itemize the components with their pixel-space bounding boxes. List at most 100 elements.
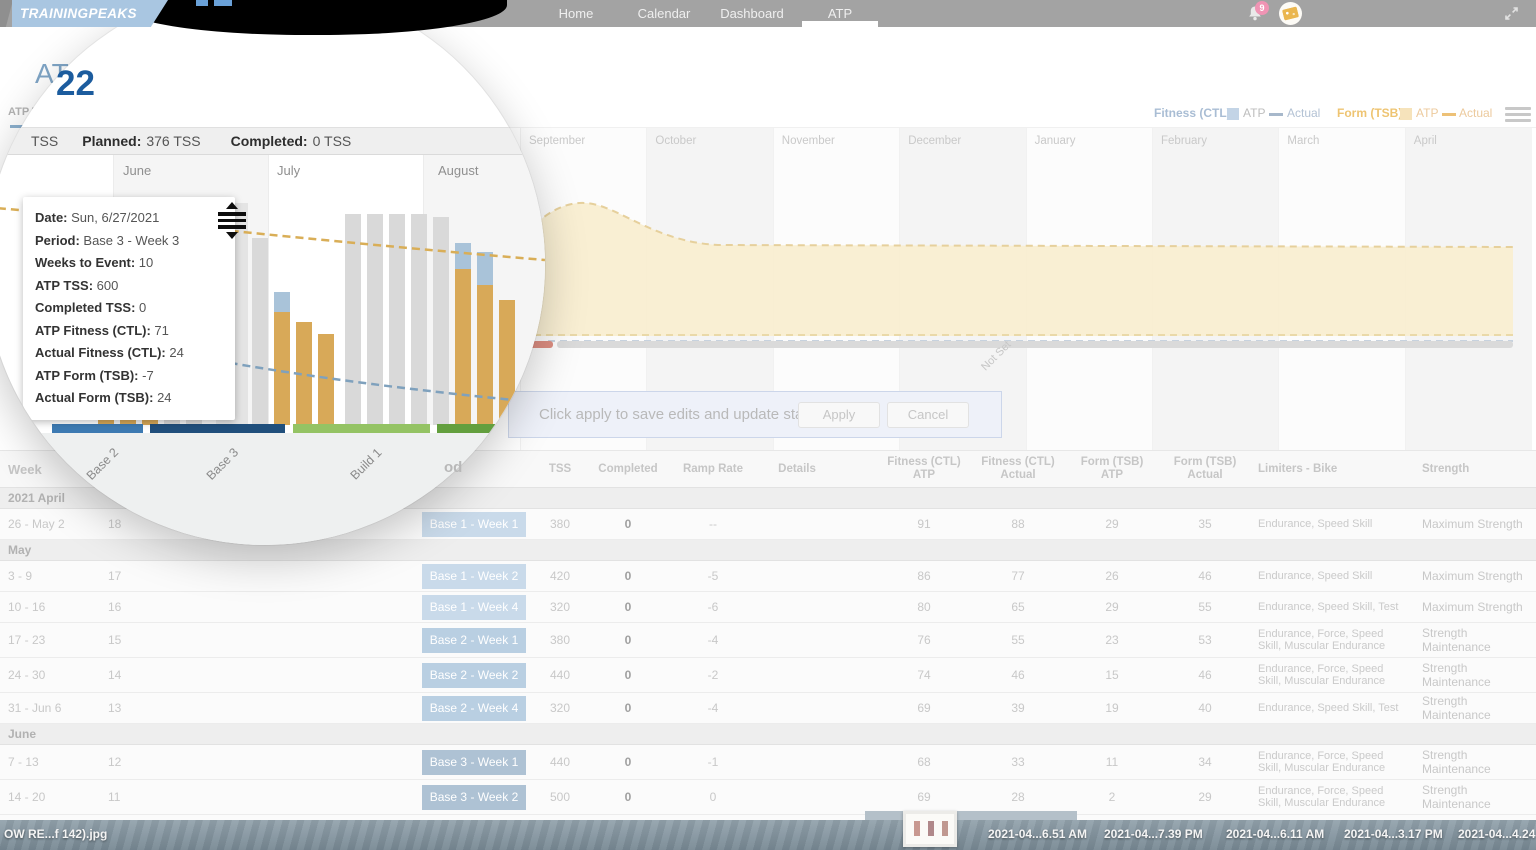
- cheese-avatar-image: [1282, 6, 1299, 20]
- cell-week: 3 - 9: [0, 569, 108, 583]
- cell-form_actual: 55: [1156, 600, 1254, 614]
- table-row: 17 - 2315Base 2 - Week 13800-476552353En…: [0, 623, 1536, 658]
- cell-week: 7 - 13: [0, 755, 108, 769]
- cell-fitness_atp: 74: [880, 668, 968, 682]
- period-chip[interactable]: Base 3 - Week 1: [422, 750, 526, 775]
- cell-fitness_actual: 39: [968, 701, 1068, 715]
- cell-fitness_atp: 69: [880, 701, 968, 715]
- period-band-base-3[interactable]: [150, 424, 285, 433]
- period-band-base-2[interactable]: [52, 424, 143, 433]
- photo-thumbnail: [903, 811, 957, 847]
- cell-num: 14: [108, 668, 170, 682]
- legend-fitness-actual-label[interactable]: Actual: [1287, 106, 1320, 120]
- expand-icon[interactable]: [1504, 6, 1519, 21]
- period-band-build-1[interactable]: [293, 424, 430, 433]
- cell-tss: 440: [526, 755, 594, 769]
- form-tsb-area-chart: [508, 120, 1536, 390]
- cell-week: 31 - Jun 6: [0, 701, 108, 715]
- legend-form-title[interactable]: Form (TSB): [1337, 106, 1402, 120]
- period-band[interactable]: [437, 424, 495, 433]
- cell-num: 12: [108, 755, 170, 769]
- legend-fitness-atp-swatch: [1227, 108, 1239, 120]
- nav-tab-home[interactable]: Home: [532, 0, 620, 27]
- cell-fitness_atp: 69: [880, 790, 968, 804]
- period-chip[interactable]: Base 3 - Week 2: [422, 785, 526, 810]
- period-chip[interactable]: Base 2 - Week 4: [422, 696, 526, 721]
- header-strength: Strength: [1412, 463, 1536, 476]
- cell-tss: 320: [526, 600, 594, 614]
- timestamp: 2021-04...4.24: [1458, 827, 1535, 841]
- cell-limiters: Endurance, Speed Skill: [1254, 570, 1412, 583]
- cell-fitness_atp: 76: [880, 633, 968, 647]
- cell-period: Base 3 - Week 2: [422, 785, 526, 810]
- table-row: 7 - 1312Base 3 - Week 14400-168331134End…: [0, 745, 1536, 780]
- scrollbar-thumb[interactable]: [865, 811, 1077, 820]
- cell-form_atp: 19: [1068, 701, 1156, 715]
- cell-strength: Maximum Strength: [1412, 569, 1536, 583]
- cell-ramp: -5: [662, 569, 764, 583]
- header-fitness_atp: Fitness (CTL) ATP: [880, 456, 968, 482]
- tooltip-row: ATP Fitness (CTL): 71: [35, 320, 223, 343]
- cell-strength: Strength Maintenance: [1412, 783, 1536, 811]
- cell-tss: 440: [526, 668, 594, 682]
- nav-tab-calendar[interactable]: Calendar: [620, 0, 708, 27]
- header-details: Details: [764, 463, 830, 476]
- cell-fitness_atp: 86: [880, 569, 968, 583]
- cell-period: Base 3 - Week 1: [422, 750, 526, 775]
- tooltip-row: Actual Form (TSB): 24: [35, 387, 223, 410]
- nav-tab-atp[interactable]: ATP: [796, 0, 884, 27]
- cell-form_atp: 11: [1068, 755, 1156, 769]
- cell-num: 13: [108, 701, 170, 715]
- cell-week: 24 - 30: [0, 668, 108, 682]
- cell-period: Base 2 - Week 4: [422, 696, 526, 721]
- cancel-button[interactable]: Cancel: [887, 402, 969, 428]
- header-limiters: Limiters - Bike: [1254, 463, 1412, 476]
- cell-fitness_actual: 77: [968, 569, 1068, 583]
- legend-form-atp-label[interactable]: ATP: [1416, 106, 1438, 120]
- tooltip-row: Period: Base 3 - Week 3: [35, 230, 223, 253]
- tooltip-row: Date: Sun, 6/27/2021: [35, 207, 223, 230]
- cell-completed: 0: [594, 755, 662, 769]
- period-chip[interactable]: Base 1 - Week 4: [422, 595, 526, 620]
- header-ramp: Ramp Rate: [662, 463, 764, 476]
- avatar[interactable]: [1279, 2, 1302, 25]
- header-fitness_actual: Fitness (CTL) Actual: [968, 456, 1068, 482]
- cell-completed: 0: [594, 668, 662, 682]
- cell-tss: 500: [526, 790, 594, 804]
- trainingpeaks-logo[interactable]: TRAININGPEAKS: [12, 0, 168, 27]
- brand-text: TRAININGPEAKS: [20, 6, 168, 21]
- cell-num: 11: [108, 790, 170, 804]
- cell-ramp: --: [662, 517, 764, 531]
- legend-fitness-atp-label[interactable]: ATP: [1243, 106, 1265, 120]
- tooltip-row: Completed TSS: 0: [35, 297, 223, 320]
- cell-completed: 0: [594, 569, 662, 583]
- period-band-not-set[interactable]: [557, 341, 1513, 348]
- apply-message: Click apply to save edits and update sta…: [539, 406, 819, 423]
- legend-fitness-title[interactable]: Fitness (CTL): [1154, 106, 1231, 120]
- cell-limiters: Endurance, Force, Speed Skill, Muscular …: [1254, 785, 1412, 810]
- cell-limiters: Endurance, Speed Skill, Test: [1254, 601, 1412, 614]
- chart-menu-icon[interactable]: [1505, 107, 1531, 125]
- period-chip[interactable]: Base 2 - Week 2: [422, 663, 526, 688]
- drag-handle-icon[interactable]: [217, 202, 247, 239]
- legend-form-actual-swatch: [1442, 113, 1456, 116]
- magnified-logo-fragment: [196, 0, 208, 6]
- cell-fitness_actual: 55: [968, 633, 1068, 647]
- legend-form-actual-label[interactable]: Actual: [1459, 106, 1492, 120]
- cell-form_actual: 46: [1156, 668, 1254, 682]
- tooltip-row: ATP Form (TSB): -7: [35, 365, 223, 388]
- timestamp: 2021-04...6.51 AM: [988, 827, 1087, 841]
- cell-ramp: -4: [662, 701, 764, 715]
- cell-week: 17 - 23: [0, 633, 108, 647]
- cell-form_actual: 53: [1156, 633, 1254, 647]
- cell-form_actual: 35: [1156, 517, 1254, 531]
- cell-fitness_actual: 46: [968, 668, 1068, 682]
- period-chip[interactable]: Base 1 - Week 2: [422, 564, 526, 589]
- period-chip[interactable]: Base 2 - Week 1: [422, 628, 526, 653]
- cell-period: Base 2 - Week 2: [422, 663, 526, 688]
- nav-tab-dashboard[interactable]: Dashboard: [708, 0, 796, 27]
- cell-strength: Strength Maintenance: [1412, 748, 1536, 776]
- desktop-filename: OW RE...f 142).jpg: [4, 827, 107, 841]
- cell-fitness_actual: 28: [968, 790, 1068, 804]
- apply-button[interactable]: Apply: [798, 402, 880, 428]
